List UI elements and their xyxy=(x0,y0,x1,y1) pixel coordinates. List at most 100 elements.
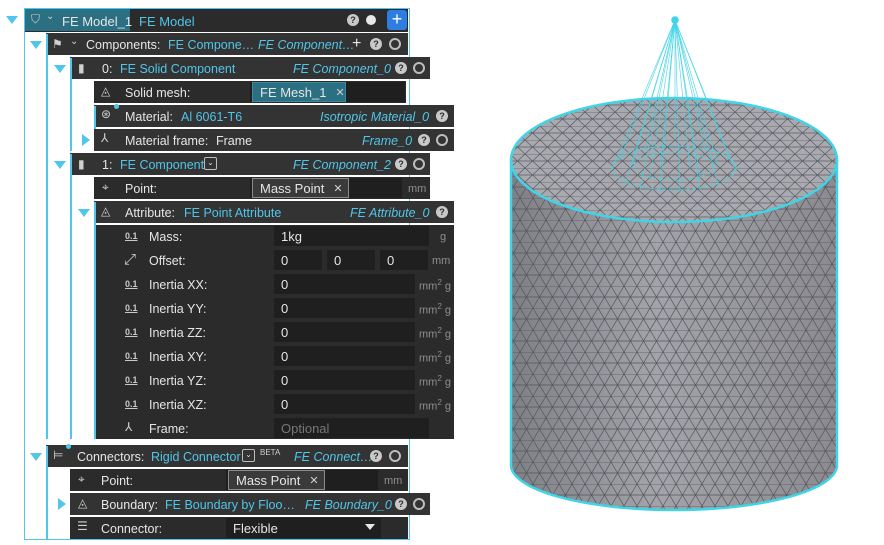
component-icon: ▮ xyxy=(78,157,85,171)
inertia-label: Inertia ZZ: xyxy=(149,326,206,340)
fe-component-indent-bar xyxy=(70,154,72,439)
connectors-collapse-toggle[interactable] xyxy=(30,453,42,461)
numeric-icon: 0.1 xyxy=(125,327,138,337)
connectors-dropdown-icon[interactable]: ⌄ xyxy=(242,449,255,462)
fe-component-type: FE Component_2 xyxy=(293,158,391,172)
inertia-label: Inertia XZ: xyxy=(149,398,207,412)
fe-component-name[interactable]: FE Component xyxy=(120,158,204,172)
fe-point-chip[interactable]: Mass Point ✕ xyxy=(252,178,349,198)
offset-unit: mm xyxy=(432,255,451,267)
inertia-input[interactable]: 0 xyxy=(274,298,415,318)
material-frame-expand-toggle[interactable] xyxy=(82,134,90,146)
attribute-help-icon[interactable]: ? xyxy=(436,206,448,218)
fe-component-help-icon[interactable]: ? xyxy=(395,158,407,170)
boundary-expand-toggle[interactable] xyxy=(58,498,66,510)
components-help-icon[interactable]: ? xyxy=(370,38,382,50)
inertia-unit: mm2 g xyxy=(419,278,451,293)
solid-index: 0: xyxy=(102,62,113,76)
model-help-icon[interactable]: ? xyxy=(347,14,359,26)
material-frame-label: Material frame: xyxy=(125,134,209,148)
inertia-label: Inertia XX: xyxy=(149,278,208,292)
material-frame-value[interactable]: Frame xyxy=(216,134,252,148)
add-component-button[interactable]: + xyxy=(352,35,361,53)
attribute-icon: ◬ xyxy=(101,204,111,218)
add-model-button[interactable]: + xyxy=(387,10,407,30)
components-collapse-toggle[interactable] xyxy=(30,41,42,49)
chevron-down-icon[interactable]: ⌄ xyxy=(46,11,54,22)
connectors-help-icon[interactable]: ? xyxy=(370,450,382,462)
fe-component-dropdown-icon[interactable]: ⌄ xyxy=(204,157,217,170)
inertia-input[interactable]: 0 xyxy=(274,394,415,414)
connectors-status-ring[interactable] xyxy=(389,450,401,462)
remove-icon[interactable]: ✕ xyxy=(309,474,318,487)
solid-mesh-chip[interactable]: FE Mesh_1 ✕ xyxy=(252,82,346,102)
mass-label: Mass: xyxy=(149,230,183,244)
fe-component-index: 1: xyxy=(102,158,113,172)
attribute-collapse-toggle[interactable] xyxy=(78,209,90,217)
offset-y-input[interactable]: 0 xyxy=(327,250,375,270)
frame-axes-icon: ⅄ xyxy=(101,131,109,145)
chevron-down-icon xyxy=(365,524,375,530)
fe-point-value: Mass Point xyxy=(260,180,325,196)
fe-component-status-ring[interactable] xyxy=(413,158,425,170)
material-icon: ⊛ xyxy=(101,107,112,121)
attribute-value[interactable]: FE Point Attribute xyxy=(184,206,281,220)
model-type[interactable]: FE Model xyxy=(139,14,195,29)
inertia-input[interactable]: 0 xyxy=(274,370,415,390)
boundary-value[interactable]: FE Boundary by Floo… xyxy=(165,498,295,512)
components-icon: ⚑ xyxy=(52,37,63,51)
solid-status-ring[interactable] xyxy=(413,62,425,74)
inertia-label: Inertia XY: xyxy=(149,350,207,364)
remove-icon[interactable]: ✕ xyxy=(335,86,344,99)
connector-icon: ⊨ xyxy=(53,448,64,462)
material-value[interactable]: Al 6061-T6 xyxy=(181,110,242,124)
inertia-unit: mm2 g xyxy=(419,350,451,365)
connector-point-chip[interactable]: Mass Point ✕ xyxy=(228,470,325,490)
inertia-input[interactable]: 0 xyxy=(274,274,415,294)
mass-unit: g xyxy=(440,231,447,243)
boundary-help-icon[interactable]: ? xyxy=(395,498,407,510)
numeric-icon: 0.1 xyxy=(125,399,138,409)
shield-icon: ⛉ xyxy=(31,12,41,26)
remove-icon[interactable]: ✕ xyxy=(333,182,342,195)
cylinder-mesh xyxy=(509,96,839,512)
material-frame-help-icon[interactable]: ? xyxy=(418,134,430,146)
frame-input[interactable]: Optional xyxy=(274,418,429,438)
connector-marker-dot xyxy=(66,444,71,449)
viewport-3d[interactable] xyxy=(455,0,884,545)
solid-help-icon[interactable]: ? xyxy=(395,62,407,74)
mass-input[interactable]: 1kg xyxy=(274,226,429,246)
connector-type-label: Connector: xyxy=(101,522,163,536)
components-status-ring[interactable] xyxy=(389,38,401,50)
model-title[interactable]: FE Model_1 xyxy=(62,14,132,29)
component-icon: ▮ xyxy=(78,61,85,75)
offset-x-input[interactable]: 0 xyxy=(274,250,322,270)
components-type: FE Component… xyxy=(258,38,355,52)
material-marker-dot xyxy=(114,104,119,109)
material-frame-status-ring[interactable] xyxy=(436,134,448,146)
connector-type-select[interactable]: Flexible xyxy=(226,518,381,538)
connector-point-unit: mm xyxy=(384,475,403,487)
inertia-unit: mm2 g xyxy=(419,326,451,341)
connector-point-value: Mass Point xyxy=(236,472,301,488)
list-icon: ☰ xyxy=(77,519,88,533)
fe-component-collapse-toggle[interactable] xyxy=(54,161,66,169)
solid-name[interactable]: FE Solid Component xyxy=(120,62,235,76)
fe-point-label: Point: xyxy=(125,182,157,196)
inertia-unit: mm2 g xyxy=(419,374,451,389)
connectors-label: Connectors: xyxy=(77,450,145,464)
boundary-label: Boundary: xyxy=(101,498,158,512)
model-collapse-toggle[interactable] xyxy=(6,16,18,24)
offset-z-input[interactable]: 0 xyxy=(380,250,428,270)
model-status-dot[interactable] xyxy=(366,15,376,25)
inertia-input[interactable]: 0 xyxy=(274,346,415,366)
connectors-indent-bar xyxy=(46,446,48,539)
material-help-icon[interactable]: ? xyxy=(436,110,448,122)
inertia-input[interactable]: 0 xyxy=(274,322,415,342)
connectors-value[interactable]: Rigid Connector xyxy=(151,450,241,464)
chevron-down-icon[interactable]: ⌄ xyxy=(70,36,78,47)
components-value[interactable]: FE Compone… xyxy=(168,38,254,52)
solid-collapse-toggle[interactable] xyxy=(54,65,66,73)
boundary-status-ring[interactable] xyxy=(413,498,425,510)
boundary-icon: ◬ xyxy=(78,496,88,510)
